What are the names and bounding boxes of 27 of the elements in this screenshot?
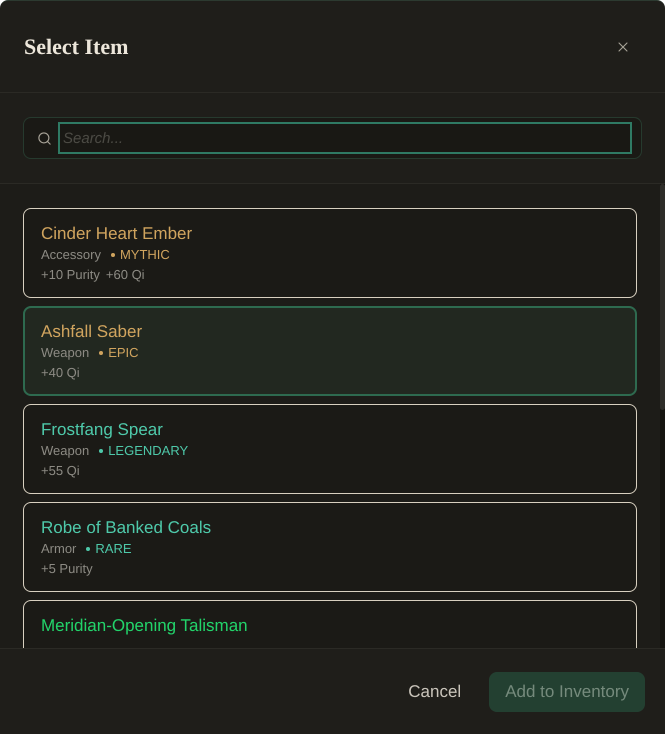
- item-type: Armor: [41, 540, 76, 558]
- dialog-title: Select Item: [24, 33, 128, 61]
- item-type: Accessory: [41, 246, 101, 264]
- item-card[interactable]: Robe of Banked Coals Armor RARE +5 Purity: [23, 502, 637, 592]
- search-icon: [37, 130, 52, 146]
- item-name: Meridian-Opening Talisman: [41, 615, 248, 637]
- rarity-label: EPIC: [108, 344, 139, 362]
- item-type: Weapon: [41, 344, 90, 362]
- item-name: Frostfang Spear: [41, 419, 163, 441]
- cancel-button[interactable]: Cancel: [392, 672, 478, 712]
- item-name: Cinder Heart Ember: [41, 223, 192, 245]
- rarity-label: MYTHIC: [120, 246, 170, 264]
- scrollbar-thumb[interactable]: [660, 184, 665, 410]
- item-type: Weapon: [41, 442, 90, 460]
- rarity-label: LEGENDARY: [108, 442, 188, 460]
- item-stat: +40 Qi: [41, 364, 80, 382]
- rarity-label: RARE: [95, 540, 132, 558]
- item-card[interactable]: Ashfall Saber Weapon EPIC +40 Qi: [23, 306, 637, 396]
- item-name: Robe of Banked Coals: [41, 517, 212, 539]
- item-card[interactable]: Frostfang Spear Weapon LEGENDARY +55 Qi: [23, 404, 637, 494]
- item-stat: +55 Qi: [41, 462, 80, 480]
- item-name: Ashfall Saber: [41, 321, 142, 343]
- item-stat: +60 Qi: [106, 266, 145, 284]
- item-stat: +10 Purity: [41, 266, 100, 284]
- item-stat: +5 Purity: [41, 560, 93, 578]
- item-card[interactable]: Meridian-Opening Talisman: [23, 600, 637, 648]
- item-card[interactable]: Cinder Heart Ember Accessory MYTHIC +10 Purity +60 Qi: [23, 208, 637, 298]
